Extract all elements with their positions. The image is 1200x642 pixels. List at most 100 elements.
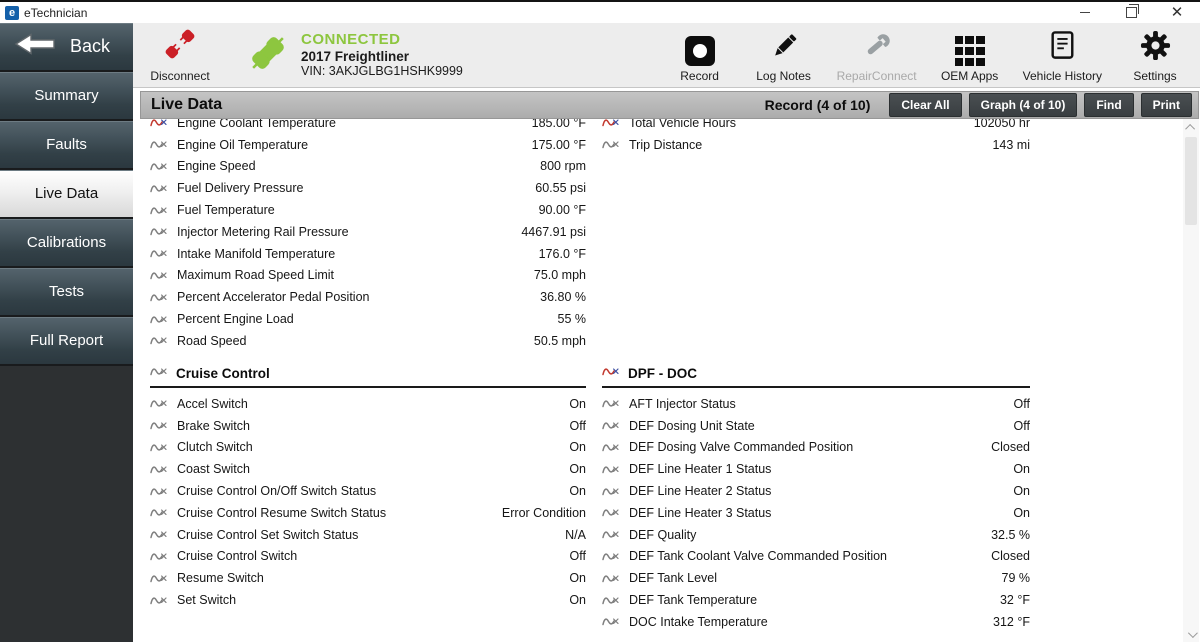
graph-wave-icon[interactable] [150, 269, 168, 282]
live-data-row[interactable]: Percent Engine Load55 % [150, 308, 586, 330]
param-label: DEF Tank Temperature [629, 593, 1000, 607]
live-data-row[interactable]: AFT Injector StatusOff [602, 393, 1030, 415]
minimize-button[interactable] [1062, 2, 1108, 23]
live-data-row[interactable]: Maximum Road Speed Limit75.0 mph [150, 265, 586, 287]
param-label: DEF Quality [629, 528, 991, 542]
live-data-row[interactable]: Clutch SwitchOn [150, 437, 586, 459]
graph-wave-icon[interactable] [602, 138, 620, 151]
section-header-cruise-control[interactable]: Cruise Control [150, 365, 586, 388]
graph-wave-icon[interactable] [150, 485, 168, 498]
find-button[interactable]: Find [1084, 93, 1133, 117]
graph-wave-icon[interactable] [602, 572, 620, 585]
sidebar-item-calibrations[interactable]: Calibrations [0, 219, 133, 268]
live-data-row[interactable]: Coast SwitchOn [150, 458, 586, 480]
graph-wave-icon[interactable] [150, 138, 168, 151]
graph-wave-icon[interactable] [150, 247, 168, 260]
right-top-rows: Total Vehicle Hours102050 hrTrip Distanc… [602, 119, 1030, 352]
live-data-row[interactable]: Percent Accelerator Pedal Position36.80 … [150, 286, 586, 308]
section-header-dpf-doc[interactable]: DPF - DOC [602, 365, 1030, 388]
live-data-row[interactable]: Cruise Control On/Off Switch StatusOn [150, 480, 586, 502]
clear-all-button[interactable]: Clear All [889, 93, 961, 117]
graph-wave-icon[interactable] [602, 528, 620, 541]
print-button[interactable]: Print [1141, 93, 1192, 117]
graph-wave-icon[interactable] [602, 506, 620, 519]
oem-apps-button[interactable]: OEM Apps [939, 27, 1001, 83]
graph-wave-icon[interactable] [150, 313, 168, 326]
sidebar-item-tests[interactable]: Tests [0, 268, 133, 317]
vehicle-history-button[interactable]: Vehicle History [1023, 27, 1102, 83]
live-data-row[interactable]: Cruise Control Set Switch StatusN/A [150, 524, 586, 546]
graph-wave-icon[interactable] [602, 615, 620, 628]
graph-wave-icon[interactable] [150, 419, 168, 432]
graph-wave-icon[interactable] [150, 204, 168, 217]
live-data-row[interactable]: DEF Line Heater 3 StatusOn [602, 502, 1030, 524]
graph-wave-icon[interactable] [602, 550, 620, 563]
live-data-row[interactable]: DEF Quality32.5 % [602, 524, 1030, 546]
live-data-row[interactable]: Resume SwitchOn [150, 567, 586, 589]
live-data-row[interactable]: DEF Dosing Valve Commanded PositionClose… [602, 437, 1030, 459]
disconnect-button[interactable]: Disconnect [149, 27, 211, 83]
graph-wave-icon[interactable] [150, 225, 168, 238]
param-value: 60.55 psi [535, 181, 586, 195]
graph-wave-icon[interactable] [150, 528, 168, 541]
live-data-row[interactable]: Total Vehicle Hours102050 hr [602, 119, 1030, 134]
live-data-row[interactable]: DEF Tank Temperature32 °F [602, 589, 1030, 611]
live-data-row[interactable]: Engine Speed800 rpm [150, 156, 586, 178]
graph-wave-icon[interactable] [150, 441, 168, 454]
graph-wave-icon[interactable] [150, 594, 168, 607]
graph-wave-icon[interactable] [150, 397, 168, 410]
graph-wave-icon[interactable] [150, 506, 168, 519]
graph-wave-icon[interactable] [150, 291, 168, 304]
live-data-row[interactable]: Cruise Control Resume Switch StatusError… [150, 502, 586, 524]
settings-button[interactable]: Settings [1124, 27, 1186, 83]
graph-wave-icon[interactable] [150, 550, 168, 563]
graph-wave-icon[interactable] [150, 463, 168, 476]
live-data-row[interactable]: Road Speed50.5 mph [150, 330, 586, 352]
live-data-row[interactable]: Accel SwitchOn [150, 393, 586, 415]
live-data-row[interactable]: Trip Distance143 mi [602, 134, 1030, 156]
live-data-row[interactable]: Fuel Temperature90.00 °F [150, 199, 586, 221]
graph-wave-icon[interactable] [150, 182, 168, 195]
log-notes-button[interactable]: Log Notes [753, 27, 815, 83]
live-data-row[interactable]: DEF Tank Coolant Valve Commanded Positio… [602, 546, 1030, 568]
live-data-row[interactable]: Intake Manifold Temperature176.0 °F [150, 243, 586, 265]
back-button[interactable]: Back [0, 23, 133, 72]
live-data-row[interactable]: Set SwitchOn [150, 589, 586, 611]
sidebar-item-summary[interactable]: Summary [0, 72, 133, 121]
scroll-up-icon[interactable] [1183, 119, 1199, 135]
graph-wave-icon[interactable] [602, 463, 620, 476]
sidebar-item-full-report[interactable]: Full Report [0, 317, 133, 366]
live-data-row[interactable]: DEF Tank Level79 % [602, 567, 1030, 589]
live-data-row[interactable]: Brake SwitchOff [150, 415, 586, 437]
live-data-row[interactable]: DEF Line Heater 1 StatusOn [602, 458, 1030, 480]
live-data-row[interactable]: DEF Line Heater 2 StatusOn [602, 480, 1030, 502]
graph-wave-icon[interactable] [602, 441, 620, 454]
vertical-scrollbar[interactable] [1183, 119, 1199, 642]
live-data-row[interactable]: DEF Dosing Unit StateOff [602, 415, 1030, 437]
sidebar-item-faults[interactable]: Faults [0, 121, 133, 170]
scrollbar-thumb[interactable] [1185, 137, 1197, 225]
scroll-down-icon[interactable] [1183, 626, 1199, 642]
live-data-row[interactable]: Cruise Control SwitchOff [150, 546, 586, 568]
live-data-row[interactable]: Engine Coolant Temperature185.00 °F [150, 119, 586, 134]
graph-button[interactable]: Graph (4 of 10) [969, 93, 1078, 117]
graph-wave-icon[interactable] [602, 419, 620, 432]
param-value: 176.0 °F [539, 247, 586, 261]
live-data-row[interactable]: Engine Oil Temperature175.00 °F [150, 134, 586, 156]
graph-wave-icon[interactable] [150, 119, 168, 129]
close-button[interactable]: ✕ [1154, 2, 1200, 23]
live-data-row[interactable]: Injector Metering Rail Pressure4467.91 p… [150, 221, 586, 243]
live-data-row[interactable]: Fuel Delivery Pressure60.55 psi [150, 177, 586, 199]
graph-wave-icon[interactable] [150, 572, 168, 585]
repairconnect-button[interactable]: RepairConnect [837, 27, 917, 83]
record-button[interactable]: Record [669, 27, 731, 83]
sidebar-item-live-data[interactable]: Live Data [0, 170, 133, 219]
restore-button[interactable] [1108, 2, 1154, 23]
graph-wave-icon[interactable] [602, 119, 620, 129]
graph-wave-icon[interactable] [602, 594, 620, 607]
graph-wave-icon[interactable] [150, 160, 168, 173]
live-data-row[interactable]: DOC Intake Temperature312 °F [602, 611, 1030, 633]
graph-wave-icon[interactable] [602, 485, 620, 498]
graph-wave-icon[interactable] [150, 334, 168, 347]
graph-wave-icon[interactable] [602, 397, 620, 410]
